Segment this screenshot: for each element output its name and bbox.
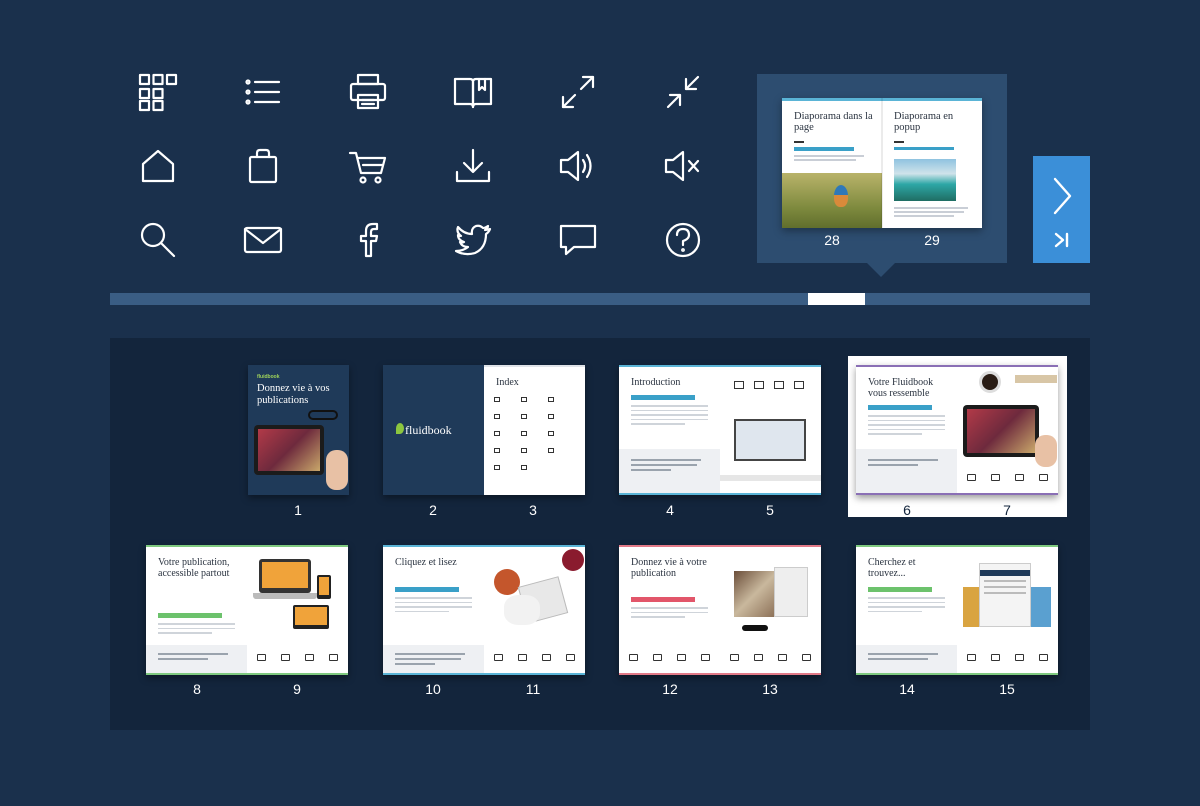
page-number-10: 10: [425, 681, 441, 697]
page-preview-popup: Diaporama dans la page Diaporama en popu…: [757, 74, 1007, 277]
fullscreen-button[interactable]: [525, 55, 630, 129]
chat-icon: [559, 224, 596, 256]
cover-brand: fluidbook: [257, 374, 280, 380]
home-icon: [141, 149, 174, 183]
page-number-14: 14: [899, 681, 915, 697]
preview-page-left: Diaporama dans la page: [782, 98, 882, 228]
mail-button[interactable]: [210, 203, 315, 277]
index-title: Index: [496, 377, 519, 388]
page-number-6: 6: [903, 502, 911, 518]
facebook-icon: [359, 222, 378, 258]
print-icon: [349, 73, 386, 110]
list-icon: [244, 79, 280, 105]
p6-title: Votre Fluidbook vous ressemble: [868, 377, 934, 399]
shopping-bag-button[interactable]: [210, 129, 315, 203]
chat-button[interactable]: [525, 203, 630, 277]
sound-off-icon: [664, 150, 699, 182]
page-slider[interactable]: [110, 293, 1090, 305]
cart-icon: [348, 151, 386, 184]
preview-lake-photo: [894, 159, 956, 201]
print-button[interactable]: [315, 55, 420, 129]
download-icon: [455, 148, 490, 183]
thumbnail-page-1[interactable]: fluidbook Donnez vie à vos publications: [248, 365, 349, 495]
download-button[interactable]: [420, 129, 525, 203]
thumbnail-spread-12-13[interactable]: Donnez vie à votre publication: [619, 545, 821, 675]
page-number-5: 5: [766, 502, 774, 518]
p10-title: Cliquez et lisez: [395, 557, 457, 568]
p14-title: Cherchez et trouvez...: [868, 557, 916, 579]
page-number-4: 4: [666, 502, 674, 518]
toolbar-icon-grid: [105, 55, 735, 277]
mail-icon: [243, 226, 282, 254]
page-number-1: 1: [294, 502, 302, 518]
preview-page-number-right: 29: [924, 232, 940, 248]
preview-page-right: Diaporama en popup: [882, 98, 982, 228]
thumbnails-icon: [138, 73, 177, 112]
preview-right-title: Diaporama en popup: [894, 111, 954, 133]
sound-off-button[interactable]: [630, 129, 735, 203]
thumbnail-spread-10-11[interactable]: Cliquez et lisez: [383, 545, 585, 675]
page-number-3: 3: [529, 502, 537, 518]
bookmark-button[interactable]: [420, 55, 525, 129]
search-button[interactable]: [105, 203, 210, 277]
preview-left-title: Diaporama dans la page: [794, 111, 873, 133]
p12-title: Donnez vie à votre publication: [631, 557, 707, 579]
bookmark-book-icon: [453, 77, 492, 109]
intro-title: Introduction: [631, 377, 681, 388]
page-number-9: 9: [293, 681, 301, 697]
thumbnails-button[interactable]: [105, 55, 210, 129]
search-icon: [140, 222, 175, 258]
thumbnail-spread-6-7[interactable]: Votre Fluidbook vous ressemble: [856, 365, 1058, 495]
chevron-right-icon: [1053, 177, 1072, 215]
twitter-button[interactable]: [420, 203, 525, 277]
page-number-7: 7: [1003, 502, 1011, 518]
cover-title: Donnez vie à vos publications: [257, 383, 330, 406]
page-number-12: 12: [662, 681, 678, 697]
preview-page-number-left: 28: [824, 232, 840, 248]
help-icon: [665, 222, 700, 258]
preview-kingfisher-photo: [782, 173, 882, 228]
thumbnail-spread-14-15[interactable]: Cherchez et trouvez...: [856, 545, 1058, 675]
next-page-button[interactable]: [1033, 156, 1090, 263]
logo-text: fluidbook: [405, 423, 452, 437]
facebook-button[interactable]: [315, 203, 420, 277]
preview-spread[interactable]: Diaporama dans la page Diaporama en popu…: [782, 98, 982, 228]
p8-title: Votre publication, accessible partout: [158, 557, 230, 579]
list-button[interactable]: [210, 55, 315, 129]
fullscreen-icon: [561, 75, 594, 109]
last-page-icon: [1054, 232, 1069, 248]
page-number-2: 2: [429, 502, 437, 518]
page-number-8: 8: [193, 681, 201, 697]
shopping-bag-icon: [248, 148, 277, 184]
sound-on-button[interactable]: [525, 129, 630, 203]
home-button[interactable]: [105, 129, 210, 203]
twitter-icon: [454, 224, 491, 256]
page-number-13: 13: [762, 681, 778, 697]
page-number-15: 15: [999, 681, 1015, 697]
page-number-11: 11: [525, 681, 541, 697]
sound-on-icon: [559, 150, 592, 182]
exit-fullscreen-button[interactable]: [630, 55, 735, 129]
help-button[interactable]: [630, 203, 735, 277]
exit-fullscreen-icon: [666, 75, 699, 109]
cart-button[interactable]: [315, 129, 420, 203]
slider-thumb[interactable]: [808, 293, 865, 305]
thumbnail-spread-4-5[interactable]: Introduction: [619, 365, 821, 495]
thumbnail-spread-8-9[interactable]: Votre publication, accessible partout: [146, 545, 348, 675]
thumbnail-spread-2-3[interactable]: fluidbook Index: [383, 365, 585, 495]
